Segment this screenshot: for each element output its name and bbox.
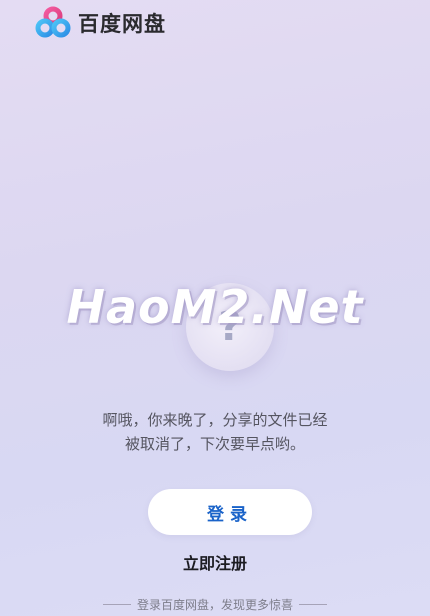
message-line-1: 啊哦，你来晚了，分享的文件已经 xyxy=(102,411,328,429)
login-button[interactable]: 登录 xyxy=(148,489,312,535)
footer-divider-left xyxy=(102,604,131,605)
brand-name: 百度网盘 xyxy=(78,12,166,36)
footer-divider-right xyxy=(299,604,327,605)
baidu-netdisk-logo-icon xyxy=(35,6,71,38)
register-link[interactable]: 立即注册 xyxy=(0,550,430,574)
watermark-text: HaoM2.Net xyxy=(66,280,364,334)
expired-share-message: 啊哦，你来晚了，分享的文件已经 被取消了，下次要早点哟。 xyxy=(0,408,430,456)
app-header: 百度网盘 xyxy=(34,6,166,40)
footer-promo: 登录百度网盘，发现更多惊喜 xyxy=(0,596,430,613)
message-line-2: 被取消了，下次要早点哟。 xyxy=(124,435,305,453)
footer-text: 登录百度网盘，发现更多惊喜 xyxy=(136,598,293,612)
